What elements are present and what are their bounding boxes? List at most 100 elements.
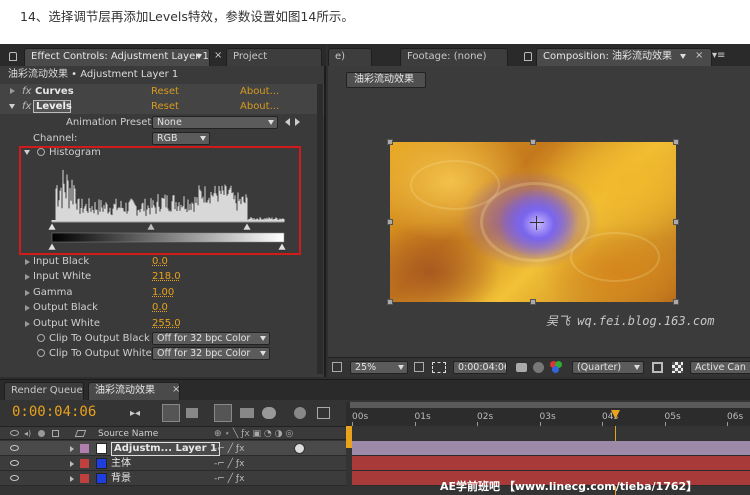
camera-dropdown[interactable]: Active Can [690,361,750,374]
roi-icon[interactable] [652,362,663,373]
collapse-icon[interactable] [9,104,15,109]
param-value[interactable]: 218.0 [152,271,181,283]
expand-icon[interactable] [70,461,74,467]
color-channels-icon[interactable] [550,361,562,373]
transform-handle[interactable] [387,299,393,305]
layer-name[interactable]: 主体 [111,458,131,470]
transform-handle[interactable] [673,299,679,305]
timecode-field[interactable]: 0:00:04:06 [453,361,507,374]
layer-row[interactable]: 背景 -⌐ ╱ ƒx [0,471,346,486]
layer-switches[interactable]: -⌐ ╱ ƒx [214,443,244,455]
close-icon[interactable]: × [695,50,703,61]
motion-blur-icon[interactable] [262,407,276,419]
layer-row[interactable]: 主体 -⌐ ╱ ƒx [0,456,346,471]
transform-handle[interactable] [387,139,393,145]
frame-blending-icon[interactable] [240,408,254,418]
always-preview-icon[interactable] [332,362,342,372]
tab-project[interactable]: Project [226,48,322,66]
composition-canvas[interactable] [390,142,676,302]
tab-footage[interactable]: Footage: (none) [400,48,508,66]
region-icon[interactable] [432,362,446,373]
expand-icon[interactable] [25,274,30,280]
graph-editor-icon[interactable] [294,407,306,419]
param-value[interactable]: 0.0 [152,302,168,314]
visibility-icon[interactable] [10,460,19,466]
timeline-timecode[interactable]: 0:00:04:06 [12,404,96,420]
search-icon[interactable]: ▸◂ [130,408,140,419]
expand-icon[interactable] [25,259,30,265]
layer-track-bar[interactable] [352,441,750,456]
visibility-icon[interactable] [10,445,19,451]
visibility-icon[interactable] [10,475,19,481]
animation-presets-dropdown[interactable]: None [152,116,278,129]
next-preset-icon[interactable] [295,118,300,126]
panel-scrollbar[interactable] [317,84,323,374]
tab-menu-icon[interactable] [196,54,202,59]
clip-param-dropdown[interactable]: Off for 32 bpc Color [152,332,270,345]
expand-icon[interactable] [70,446,74,452]
curves-row[interactable]: fx Curves Reset About... [0,84,324,99]
close-icon[interactable]: × [172,384,180,395]
transform-handle[interactable] [387,219,393,225]
levels-row[interactable]: fx Levels Reset About... [0,99,324,114]
label-color-icon[interactable] [80,474,89,483]
stopwatch-icon[interactable] [37,349,45,357]
anchor-point-icon[interactable] [530,216,544,230]
expand-icon[interactable] [25,305,30,311]
tab-timeline-comp[interactable]: 油彩流动效果 [88,382,180,400]
panel-menu-icon[interactable]: ▾≡ [712,50,725,61]
expand-icon[interactable] [25,290,30,296]
clip-param-dropdown[interactable]: Off for 32 bpc Color [152,347,270,360]
histogram-graph[interactable] [48,160,288,252]
prev-preset-icon[interactable] [285,118,290,126]
resolution-dropdown[interactable]: (Quarter) [572,361,644,374]
layer-track-bar[interactable] [352,456,750,471]
layer-row[interactable]: Adjustm... Layer 1 -⌐ ╱ ƒx [0,441,346,456]
transform-handle[interactable] [530,139,536,145]
safe-zones-icon[interactable] [414,362,424,372]
label-color-icon[interactable] [80,459,89,468]
expand-icon[interactable] [10,88,15,94]
draft-3d-icon[interactable] [186,408,198,418]
param-value[interactable]: 0.0 [152,256,168,268]
levels-reset-link[interactable]: Reset [151,101,179,113]
transparency-grid-icon[interactable] [672,362,683,373]
curves-about-link[interactable]: About... [240,86,279,98]
layer-switches[interactable]: -⌐ ╱ ƒx [214,458,244,470]
snapshot-icon[interactable] [516,363,527,372]
hide-shy-layers-icon[interactable] [214,404,232,422]
lock-icon[interactable] [524,52,532,61]
layer-name[interactable]: Adjustm... Layer 1 [111,442,220,456]
expand-icon[interactable] [70,476,74,482]
label-color-icon[interactable] [80,444,89,453]
gamma-slider [146,222,156,231]
tab-menu-icon[interactable] [680,54,686,59]
zoom-dropdown[interactable]: 25% [350,361,408,374]
comp-mini-flowchart-icon[interactable] [162,404,180,422]
channel-dropdown[interactable]: RGB [152,132,210,145]
transform-handle[interactable] [673,139,679,145]
brainstorm-icon[interactable] [317,407,330,419]
param-value[interactable]: 255.0 [152,318,181,330]
tab-composition-label: Composition: 油彩流动效果 [543,51,672,62]
close-icon[interactable]: × [214,50,222,61]
transform-handle[interactable] [530,299,536,305]
tab-effect-controls[interactable]: Effect Controls: Adjustment Layer 1 [24,48,210,66]
layer-name[interactable]: 背景 [111,473,131,485]
adjustment-layer-switch[interactable] [294,443,305,454]
show-snapshot-icon[interactable] [533,362,544,373]
curves-reset-link[interactable]: Reset [151,86,179,98]
time-ruler[interactable]: 00s 01s 02s 03s 04s 05s 06s [346,402,750,426]
transform-handle[interactable] [673,219,679,225]
levels-about-link[interactable]: About... [240,101,279,113]
lock-icon[interactable] [9,52,17,61]
work-area-bar[interactable] [350,402,750,408]
stopwatch-icon[interactable] [37,334,45,342]
chevron-down-icon [634,365,640,370]
layer-switches[interactable]: -⌐ ╱ ƒx [214,473,244,485]
ruler-label: 03s [539,412,556,422]
tab-partial[interactable]: e) [328,48,372,66]
tab-render-queue[interactable]: Render Queue [4,382,84,400]
expand-icon[interactable] [25,321,30,327]
param-value[interactable]: 1.00 [152,287,174,299]
